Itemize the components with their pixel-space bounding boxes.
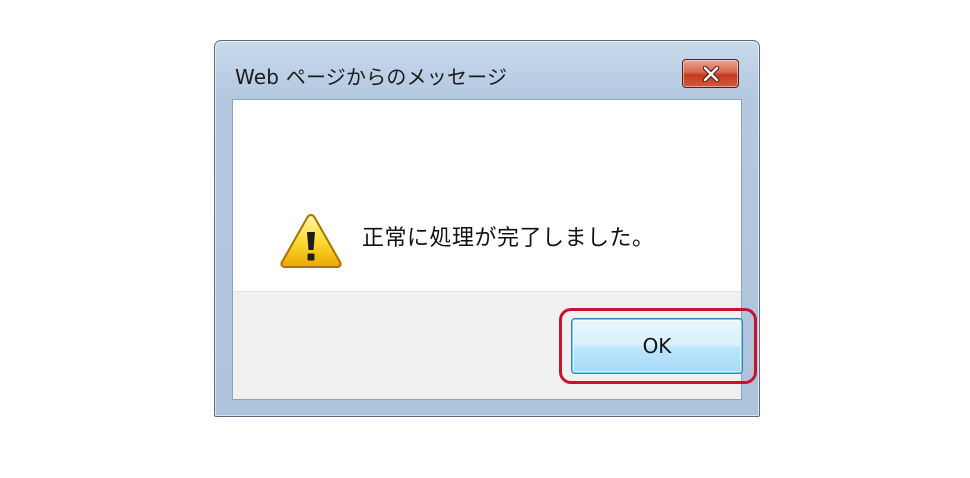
dialog-titlebar[interactable]: Web ページからのメッセージ (215, 41, 759, 99)
screen: Web ページからのメッセージ 正常に処理が完了しました。 OK (0, 0, 970, 478)
message-dialog: Web ページからのメッセージ 正常に処理が完了しました。 OK (214, 40, 760, 417)
button-area: OK (233, 291, 757, 399)
ok-button[interactable]: OK (571, 318, 743, 374)
dialog-title: Web ページからのメッセージ (235, 65, 508, 89)
dialog-content: 正常に処理が完了しました。 OK (232, 99, 757, 400)
warning-icon (280, 213, 342, 268)
message-text: 正常に処理が完了しました。 (362, 226, 655, 251)
close-icon (702, 65, 719, 82)
message-area: 正常に処理が完了しました。 (233, 100, 741, 291)
close-button[interactable] (682, 59, 739, 88)
